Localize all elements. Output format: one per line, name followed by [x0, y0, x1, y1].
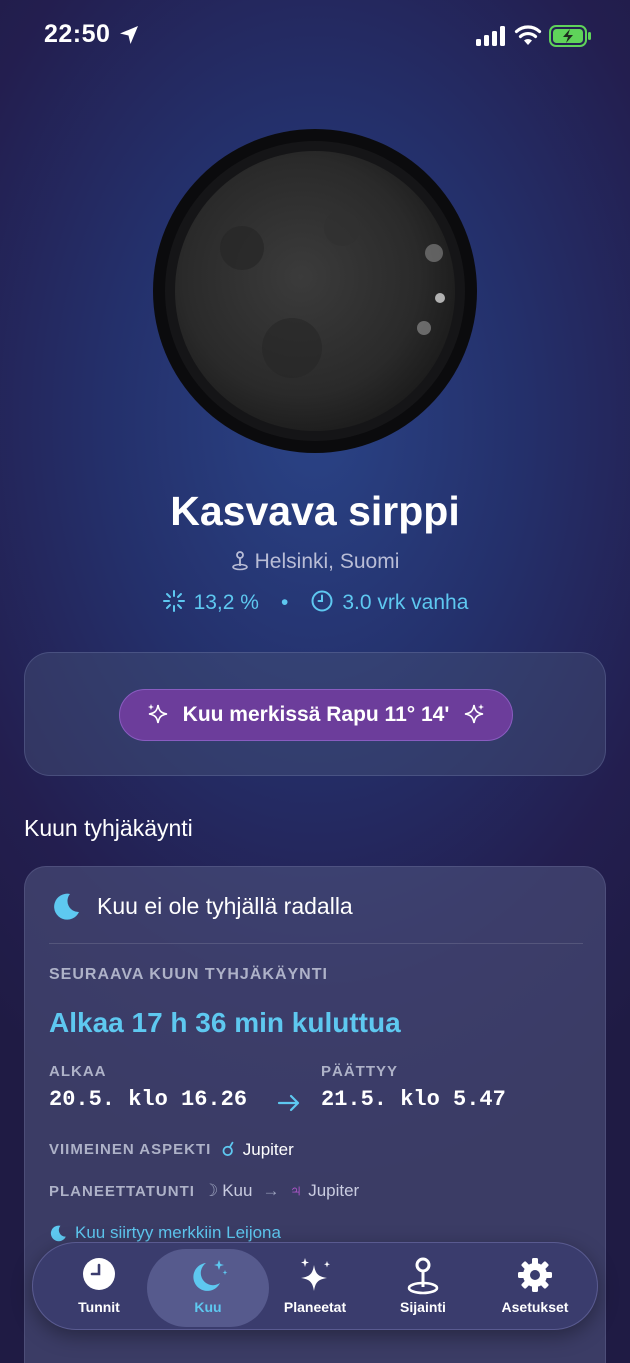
location-text: Helsinki, Suomi [254, 550, 400, 573]
void-end-value: 21.5. klo 5.47 [321, 1087, 506, 1112]
arrow-right-icon [277, 1094, 300, 1112]
location-arrow-icon [120, 26, 138, 44]
moon-phase-image [153, 129, 477, 453]
tab-label: Asetukset [501, 1299, 569, 1315]
jupiter-glyph-icon: ♃ [289, 1181, 303, 1200]
clock-icon [311, 590, 333, 612]
tab-kuu[interactable]: Kuu [147, 1249, 269, 1327]
location-row: Helsinki, Suomi [0, 550, 630, 574]
clock-icon [83, 1258, 115, 1290]
zodiac-card: Kuu merkissä Rapu 11° 14' [24, 652, 606, 776]
void-countdown: Alkaa 17 h 36 min kuluttua [49, 1007, 401, 1038]
moon-stars-icon [193, 1260, 228, 1291]
tab-asetukset[interactable]: Asetukset [479, 1243, 591, 1331]
void-status-text: Kuu ei ole tyhjällä radalla [97, 892, 353, 919]
sparkles-icon [147, 704, 167, 724]
location-pin-icon [231, 551, 248, 571]
tab-planeetat[interactable]: Planeetat [263, 1243, 367, 1331]
moon-stats-row: 13,2 % • 3.0 vrk vanha [0, 589, 630, 615]
divider [49, 943, 583, 944]
void-start-value: 20.5. klo 16.26 [49, 1087, 248, 1112]
crescent-moon-icon [54, 893, 79, 920]
moon-glyph-icon: ☽ [202, 1181, 219, 1200]
tab-bar: Tunnit Kuu Planeetat Sijainti Asetukset [32, 1242, 598, 1330]
arrow-icon: → [262, 1181, 280, 1200]
tab-label: Kuu [194, 1299, 222, 1315]
status-time: 22:50 [44, 20, 111, 48]
tab-label: Tunnit [78, 1299, 120, 1315]
illumination-icon [162, 590, 185, 612]
cellular-signal-icon [476, 26, 505, 46]
void-end-label: PÄÄTTYY [321, 1063, 399, 1080]
last-aspect-value: Jupiter [242, 1139, 294, 1159]
moon-phase-title: Kasvava sirppi [170, 488, 460, 534]
stats-separator: • [280, 591, 289, 614]
planet-hour-from: Kuu [222, 1181, 253, 1200]
sparkles-icon [301, 1258, 330, 1291]
illumination-value: 13,2 % [193, 591, 259, 614]
status-bar: 22:50 [0, 0, 630, 72]
planet-hour-row: PLANEETTATUNTI ☽ Kuu → ♃ Jupiter [49, 1181, 359, 1201]
moon-age-value: 3.0 vrk vanha [342, 591, 469, 614]
sign-change-text: Kuu siirtyy merkkiin Leijona [75, 1223, 281, 1242]
tab-sijainti[interactable]: Sijainti [373, 1243, 473, 1331]
void-section-heading: Kuun tyhjäkäynti [24, 815, 193, 841]
planet-hour-to: Jupiter [308, 1181, 360, 1200]
sparkles-icon [465, 704, 485, 724]
tab-label: Planeetat [283, 1299, 347, 1315]
void-status-row: Kuu ei ole tyhjällä radalla [51, 891, 353, 921]
last-aspect-label: VIIMEINEN ASPEKTI [49, 1141, 212, 1158]
tab-tunnit[interactable]: Tunnit [43, 1243, 155, 1331]
battery-charging-icon [549, 25, 591, 47]
void-start-label: ALKAA [49, 1063, 107, 1080]
next-void-label: SEURAAVA KUUN TYHJÄKÄYNTI [49, 966, 328, 983]
planet-hour-label: PLANEETTATUNTI [49, 1182, 195, 1200]
location-pin-icon [407, 1257, 439, 1295]
wifi-icon [514, 25, 542, 45]
last-aspect-row: VIIMEINEN ASPEKTI ☌ Jupiter [49, 1137, 294, 1162]
sign-change-row: Kuu siirtyy merkkiin Leijona [49, 1223, 281, 1243]
crescent-moon-icon [50, 1225, 66, 1242]
tab-label: Sijainti [400, 1299, 446, 1315]
gear-icon [518, 1258, 552, 1292]
conjunction-icon: ☌ [221, 1139, 235, 1161]
zodiac-sign-button[interactable]: Kuu merkissä Rapu 11° 14' [119, 689, 513, 741]
zodiac-sign-label: Kuu merkissä Rapu 11° 14' [182, 703, 450, 726]
